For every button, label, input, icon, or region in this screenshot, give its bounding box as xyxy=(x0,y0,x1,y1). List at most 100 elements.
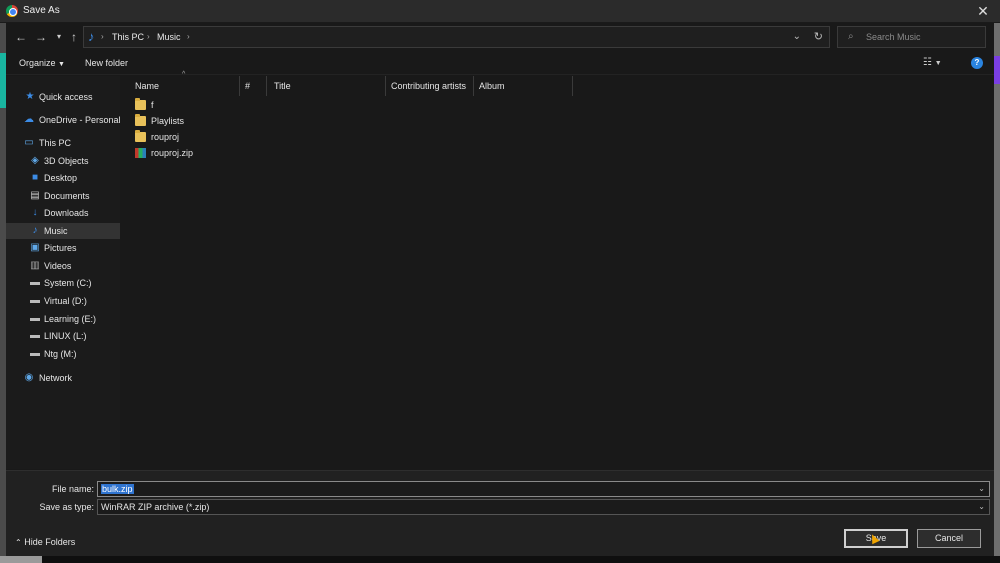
document-icon: ▤ xyxy=(30,190,40,201)
breadcrumb-this-pc[interactable]: This PC xyxy=(112,32,144,42)
chevron-up-icon: ⌃ xyxy=(15,538,22,547)
sidebar-item-desktop[interactable]: ■ Desktop xyxy=(6,170,120,186)
search-box[interactable]: ⌕ xyxy=(837,26,986,48)
refresh-icon[interactable]: ↻ xyxy=(814,30,823,43)
chevron-down-icon[interactable]: ⌄ xyxy=(978,502,985,511)
new-folder-button[interactable]: New folder xyxy=(85,58,128,68)
hide-folders-button[interactable]: ⌃ Hide Folders xyxy=(15,537,75,547)
save-as-type-value: WinRAR ZIP archive (*.zip) xyxy=(101,502,210,512)
sidebar-item-videos[interactable]: ▥ Videos xyxy=(6,258,120,274)
chevron-down-icon[interactable]: ⌄ xyxy=(978,484,985,493)
sidebar-item-linux-l[interactable]: ▬ LINUX (L:) xyxy=(6,328,120,344)
taskbar-edge xyxy=(0,556,1000,563)
list-item[interactable]: rouproj.zip xyxy=(135,147,335,162)
breadcrumb-music[interactable]: Music xyxy=(157,32,181,42)
sidebar-item-downloads[interactable]: ↓ Downloads xyxy=(6,205,120,221)
save-as-dialog: ← → ▾ ↑ ♪ › This PC › Music › ⌄ ↻ ⌕ Orga… xyxy=(6,23,994,556)
sidebar-item-documents[interactable]: ▤ Documents xyxy=(6,188,120,204)
chevron-down-icon: ▼ xyxy=(58,61,65,68)
cloud-icon: ☁ xyxy=(24,114,34,125)
sidebar-item-quick-access[interactable]: ★ Quick access xyxy=(6,89,120,105)
folder-icon xyxy=(135,98,146,110)
folder-icon xyxy=(135,114,146,126)
background-accent xyxy=(994,56,1000,84)
taskbar-edge-dark xyxy=(42,556,1000,563)
sidebar-item-ntg-m[interactable]: ▬ Ntg (M:) xyxy=(6,346,120,362)
organize-button[interactable]: Organize ▼ xyxy=(19,58,65,68)
music-icon: ♪ xyxy=(88,29,95,44)
sidebar-item-this-pc[interactable]: ▭ This PC xyxy=(6,135,120,151)
save-as-type-label: Save as type: xyxy=(39,502,94,512)
sidebar-item-label: Learning (E:) xyxy=(44,314,97,324)
save-as-type-select[interactable]: WinRAR ZIP archive (*.zip) ⌄ xyxy=(97,499,990,515)
sidebar-item-label: Virtual (D:) xyxy=(44,296,87,306)
file-name: rouproj xyxy=(151,132,180,142)
cube-icon: ◈ xyxy=(31,155,39,166)
close-button[interactable]: ✕ xyxy=(966,0,1000,23)
cancel-button[interactable]: Cancel xyxy=(917,529,981,548)
picture-icon: ▣ xyxy=(30,242,40,253)
sidebar-item-label: This PC xyxy=(39,138,72,148)
column-divider[interactable] xyxy=(572,76,573,96)
file-list: ^ Name # Title Contributing artists Albu… xyxy=(120,71,994,469)
list-item[interactable]: f xyxy=(135,98,335,114)
sidebar-item-label: System (C:) xyxy=(44,278,92,288)
sidebar-item-system-c[interactable]: ▬ System (C:) xyxy=(6,275,120,291)
column-divider[interactable] xyxy=(385,76,386,96)
sidebar-item-network[interactable]: ◉ Network xyxy=(6,370,120,386)
address-dropdown-chevron-icon[interactable]: ⌄ xyxy=(793,31,801,42)
address-bar[interactable]: ♪ › This PC › Music › ⌄ ↻ xyxy=(83,26,830,48)
recent-locations-chevron-icon[interactable]: ▾ xyxy=(51,29,67,45)
file-name-field[interactable]: bulk.zip ⌄ xyxy=(97,481,990,497)
background-app-edge-right xyxy=(994,23,1000,563)
back-arrow-icon[interactable]: ← xyxy=(13,29,29,45)
sidebar-item-label: OneDrive - Personal xyxy=(39,115,121,125)
navigation-pane: ★ Quick access ☁ OneDrive - Personal ▭ T… xyxy=(6,76,121,469)
sidebar-item-label: Downloads xyxy=(44,208,89,218)
chevron-down-icon: ▼ xyxy=(934,60,942,67)
breadcrumb-separator-icon[interactable]: › xyxy=(187,32,190,41)
sidebar-item-label: Music xyxy=(44,226,68,236)
column-header-contributing-artists[interactable]: Contributing artists xyxy=(391,81,466,101)
window-title: Save As xyxy=(23,5,60,16)
view-options-button[interactable]: ☷ ▼ xyxy=(923,57,953,71)
sidebar-item-label: Quick access xyxy=(39,92,93,102)
navigation-bar: ← → ▾ ↑ ♪ › This PC › Music › ⌄ ↻ ⌕ xyxy=(6,23,994,52)
sidebar-item-3d-objects[interactable]: ◈ 3D Objects xyxy=(6,153,120,169)
breadcrumb-separator-icon[interactable]: › xyxy=(101,32,104,41)
chrome-icon xyxy=(6,5,18,17)
file-name-value[interactable]: bulk.zip xyxy=(101,484,134,494)
sidebar-item-label: Network xyxy=(39,373,73,383)
drive-icon: ▬ xyxy=(30,330,40,341)
up-arrow-icon[interactable]: ↑ xyxy=(66,29,82,45)
title-bar: Save As ✕ xyxy=(0,0,1000,23)
music-icon: ♪ xyxy=(32,225,38,236)
breadcrumb-separator-icon[interactable]: › xyxy=(147,32,150,41)
column-divider[interactable] xyxy=(473,76,474,96)
command-bar: Organize ▼ New folder ☷ ▼ ? xyxy=(6,52,994,75)
column-header-album[interactable]: Album xyxy=(479,81,505,101)
column-header-title[interactable]: Title xyxy=(274,81,291,101)
file-name: f xyxy=(151,100,154,110)
winrar-archive-icon xyxy=(135,148,146,158)
column-divider[interactable] xyxy=(266,76,267,96)
sidebar-item-music[interactable]: ♪ Music xyxy=(6,223,120,239)
sidebar-item-label: Desktop xyxy=(44,173,78,183)
desktop-icon: ■ xyxy=(31,172,39,183)
hide-folders-label: Hide Folders xyxy=(24,537,76,547)
column-divider[interactable] xyxy=(239,76,240,96)
sidebar-item-learning-e[interactable]: ▬ Learning (E:) xyxy=(6,311,120,327)
drive-icon: ▬ xyxy=(30,277,40,288)
list-item[interactable]: rouproj xyxy=(135,130,335,146)
sidebar-item-onedrive[interactable]: ☁ OneDrive - Personal xyxy=(6,112,121,128)
help-icon[interactable]: ? xyxy=(971,57,983,69)
sidebar-item-pictures[interactable]: ▣ Pictures xyxy=(6,240,120,256)
computer-icon: ▭ xyxy=(24,137,34,148)
search-input[interactable] xyxy=(866,30,981,44)
sidebar-item-virtual-d[interactable]: ▬ Virtual (D:) xyxy=(6,293,120,309)
forward-arrow-icon[interactable]: → xyxy=(33,29,49,45)
video-icon: ▥ xyxy=(30,260,40,271)
column-header-number[interactable]: # xyxy=(245,81,250,101)
network-icon: ◉ xyxy=(24,372,34,383)
list-item[interactable]: Playlists xyxy=(135,114,335,130)
